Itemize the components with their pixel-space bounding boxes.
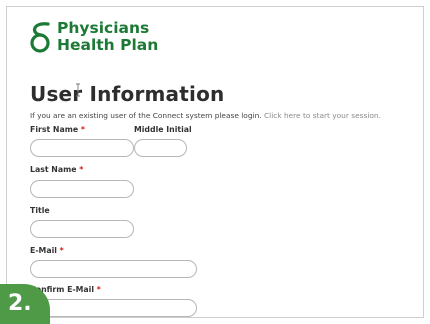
email-field[interactable] — [30, 260, 197, 278]
required-marker: * — [80, 125, 85, 134]
step-number: 2. — [8, 291, 32, 316]
middle-initial-label: Middle Initial — [134, 125, 192, 134]
email-label: E-Mail * — [30, 246, 64, 255]
brand-logo[interactable]: Physicians Health Plan — [28, 20, 158, 54]
brand-name: Physicians Health Plan — [57, 20, 158, 54]
page-title: User Information — [30, 82, 225, 106]
required-marker: * — [96, 285, 101, 294]
title-label: Title — [30, 206, 50, 215]
last-name-field[interactable] — [30, 180, 134, 198]
start-session-link[interactable]: Click here to start your session. — [264, 111, 381, 120]
first-name-field[interactable] — [30, 139, 134, 157]
first-name-label: First Name * — [30, 125, 85, 134]
required-marker: * — [59, 246, 64, 255]
last-name-label: Last Name * — [30, 165, 84, 174]
intro-text: If you are an existing user of the Conne… — [30, 111, 381, 120]
title-field[interactable] — [30, 220, 134, 238]
intro-message: If you are an existing user of the Conne… — [30, 111, 262, 120]
php-logo-icon — [30, 22, 50, 53]
confirm-email-field[interactable] — [30, 299, 197, 317]
required-marker: * — [79, 165, 84, 174]
text-cursor-icon — [76, 83, 80, 97]
brand-name-line1: Physicians — [57, 19, 150, 37]
brand-name-line2: Health Plan — [57, 36, 159, 54]
middle-initial-field[interactable] — [134, 139, 187, 157]
